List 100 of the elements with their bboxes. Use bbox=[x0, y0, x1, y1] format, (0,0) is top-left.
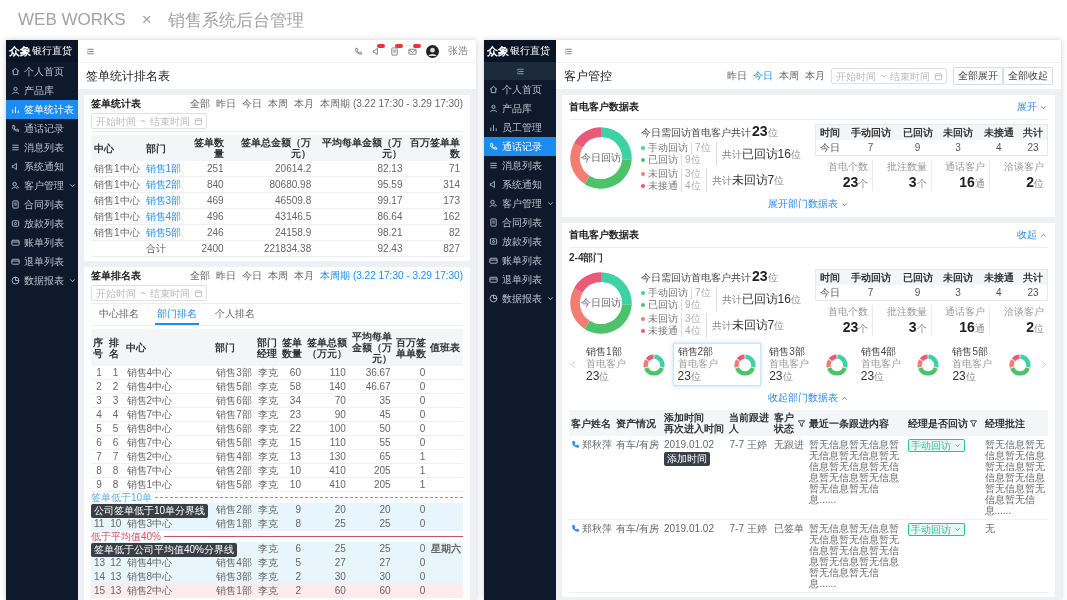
table-cell: 6 bbox=[91, 435, 108, 450]
table-cell: 20 bbox=[348, 503, 394, 517]
tab[interactable]: 中心排名 bbox=[97, 306, 141, 325]
sidebar-item[interactable]: 放款列表 bbox=[484, 232, 556, 251]
pie-chart-icon bbox=[489, 294, 498, 303]
collapse-icon[interactable] bbox=[515, 66, 525, 76]
sidebar-item[interactable]: 数据报表 bbox=[6, 271, 78, 290]
sidebar-item[interactable]: 客户管理 bbox=[6, 176, 78, 195]
filter-link[interactable]: 全部 bbox=[190, 269, 211, 283]
department-card[interactable]: 销售2部 首电客户 23位 bbox=[672, 343, 762, 386]
phone-icon[interactable] bbox=[570, 524, 580, 533]
legend-label: 手动回访 bbox=[648, 142, 688, 154]
department-card[interactable]: 销售5部 首电客户 23位 bbox=[947, 343, 1036, 386]
avatar-icon[interactable] bbox=[426, 44, 439, 58]
table-cell: 1 bbox=[393, 477, 429, 492]
phone-icon[interactable] bbox=[354, 46, 363, 56]
table-cell: 6 bbox=[279, 542, 304, 556]
sidebar-item[interactable]: 放款列表 bbox=[6, 214, 78, 233]
sidebar-item[interactable]: 退单列表 bbox=[6, 252, 78, 271]
sidebar-item[interactable]: 退单列表 bbox=[484, 270, 556, 289]
sidebar-item[interactable]: 产品库 bbox=[484, 99, 556, 118]
sidebar-item[interactable]: 合同列表 bbox=[484, 213, 556, 232]
sidebar-item[interactable]: 账单列表 bbox=[484, 251, 556, 270]
filter-link[interactable]: 本周 bbox=[779, 69, 800, 83]
sidebar-item[interactable]: 消息列表 bbox=[484, 156, 556, 175]
filter-link[interactable]: 本周 bbox=[268, 269, 289, 283]
table-cell: 86.64 bbox=[314, 208, 406, 225]
department-link[interactable]: 销售1部 bbox=[145, 163, 182, 174]
end-date-input[interactable]: 结束时间 bbox=[889, 70, 931, 82]
document-icon[interactable] bbox=[390, 46, 399, 56]
sidebar-item[interactable]: 个人首页 bbox=[6, 62, 78, 81]
filter-link[interactable]: 本月 bbox=[805, 69, 826, 83]
table-cell: 暂无信息暂无信息暂无信息暂无信息暂无信息暂无信息暂无信息暂无信息暂无信息暂无信息暂无信息...... bbox=[808, 519, 907, 593]
toggle-link[interactable]: 展开 bbox=[1017, 100, 1048, 114]
sidebar-item[interactable]: 系统通知 bbox=[6, 157, 78, 176]
sidebar-item[interactable]: 系统通知 bbox=[484, 175, 556, 194]
toolbar-button[interactable]: 全部展开 bbox=[953, 67, 1003, 85]
toggle-link[interactable]: 收起 bbox=[1017, 228, 1048, 242]
filter-icon[interactable] bbox=[969, 418, 979, 428]
speaker-icon[interactable] bbox=[372, 46, 381, 56]
toolbar-button[interactable]: 全部收起 bbox=[1003, 67, 1053, 85]
sidebar-item[interactable]: 账单列表 bbox=[6, 233, 78, 252]
table-cell: 246 bbox=[184, 224, 227, 241]
table-cell: 3 bbox=[91, 393, 108, 408]
phone-icon[interactable] bbox=[570, 440, 580, 449]
filter-link[interactable]: 昨日 bbox=[727, 69, 748, 83]
department-card[interactable]: 销售3部 首电客户 23位 bbox=[764, 343, 853, 386]
filter-link[interactable]: 今日 bbox=[242, 269, 263, 283]
filter-link[interactable]: 本月 bbox=[294, 269, 315, 283]
expand-link[interactable]: 展开部门数据表 bbox=[768, 197, 849, 211]
table-cell: 暂无信息暂无信息暂无信息暂无信息暂无信息暂无信息暂无信息暂无信息暂无信息...... bbox=[983, 436, 1048, 520]
end-date-input[interactable]: 结束时间 bbox=[148, 287, 191, 299]
table-cell: 李克 bbox=[255, 583, 280, 598]
table-cell: 55 bbox=[348, 435, 394, 450]
sidebar-item[interactable]: 消息列表 bbox=[6, 138, 78, 157]
table-cell: 827 bbox=[405, 240, 463, 257]
sidebar-item[interactable]: 个人首页 bbox=[484, 80, 556, 99]
tab[interactable]: 部门排名 bbox=[155, 306, 199, 325]
filter-link[interactable]: 昨日 bbox=[216, 269, 237, 283]
department-link[interactable]: 销售4部 bbox=[145, 211, 182, 222]
table-cell: 销售4中心 bbox=[123, 366, 214, 380]
sidebar-item[interactable]: 通话记录 bbox=[6, 119, 78, 138]
start-date-input[interactable]: 开始时间 bbox=[95, 287, 137, 299]
department-link[interactable]: 销售3部 bbox=[145, 195, 182, 206]
end-date-input[interactable]: 结束时间 bbox=[148, 115, 191, 127]
filter-link[interactable]: 昨日 bbox=[216, 97, 237, 111]
sidebar-item[interactable]: 数据报表 bbox=[484, 289, 556, 308]
start-date-input[interactable]: 开始时间 bbox=[835, 70, 878, 82]
sidebar-item[interactable]: 产品库 bbox=[6, 81, 78, 100]
table-cell: 45 bbox=[348, 407, 394, 422]
filter-link[interactable]: 全部 bbox=[190, 97, 211, 111]
department-link[interactable]: 销售2部 bbox=[145, 179, 182, 190]
table-cell: 0 bbox=[393, 569, 429, 584]
filter-link[interactable]: 今日 bbox=[753, 69, 774, 83]
table-cell: 今日 bbox=[815, 285, 844, 301]
pie-chart-icon bbox=[11, 276, 20, 285]
table-cell: 140 bbox=[303, 379, 349, 394]
filter-link[interactable]: 本周 bbox=[268, 97, 289, 111]
sidebar-item[interactable]: 客户管理 bbox=[484, 194, 556, 213]
filter-icon[interactable] bbox=[797, 418, 807, 428]
menu-icon[interactable] bbox=[564, 46, 573, 56]
department-card[interactable]: 销售4部 首电客户 23位 bbox=[855, 343, 945, 386]
menu-icon[interactable] bbox=[86, 46, 95, 56]
mail-icon[interactable] bbox=[408, 46, 417, 56]
table-cell: 4 bbox=[978, 285, 1019, 301]
filter-link[interactable]: 本周期 (3.22 17:30 - 3.29 17:30) bbox=[320, 269, 463, 283]
legend-count: 4位 bbox=[681, 180, 701, 192]
tab[interactable]: 个人排名 bbox=[213, 306, 257, 325]
expand-link[interactable]: 收起部门数据表 bbox=[768, 391, 849, 405]
filter-link[interactable]: 今日 bbox=[242, 97, 263, 111]
sidebar-item[interactable]: 通话记录 bbox=[484, 137, 556, 156]
department-card[interactable]: 销售1部 首电客户 23位 bbox=[581, 343, 670, 386]
sidebar-item[interactable]: 员工管理 bbox=[484, 118, 556, 137]
sidebar-item[interactable]: 签单统计表 bbox=[6, 100, 78, 119]
filter-link[interactable]: 本周期 (3.22 17:30 - 3.29 17:30) bbox=[320, 97, 463, 111]
department-link[interactable]: 销售5部 bbox=[145, 227, 182, 238]
sidebar-item[interactable]: 合同列表 bbox=[6, 195, 78, 214]
filter-link[interactable]: 本月 bbox=[294, 97, 315, 111]
start-date-input[interactable]: 开始时间 bbox=[95, 115, 137, 127]
user-name[interactable]: 张浩 bbox=[448, 44, 468, 58]
